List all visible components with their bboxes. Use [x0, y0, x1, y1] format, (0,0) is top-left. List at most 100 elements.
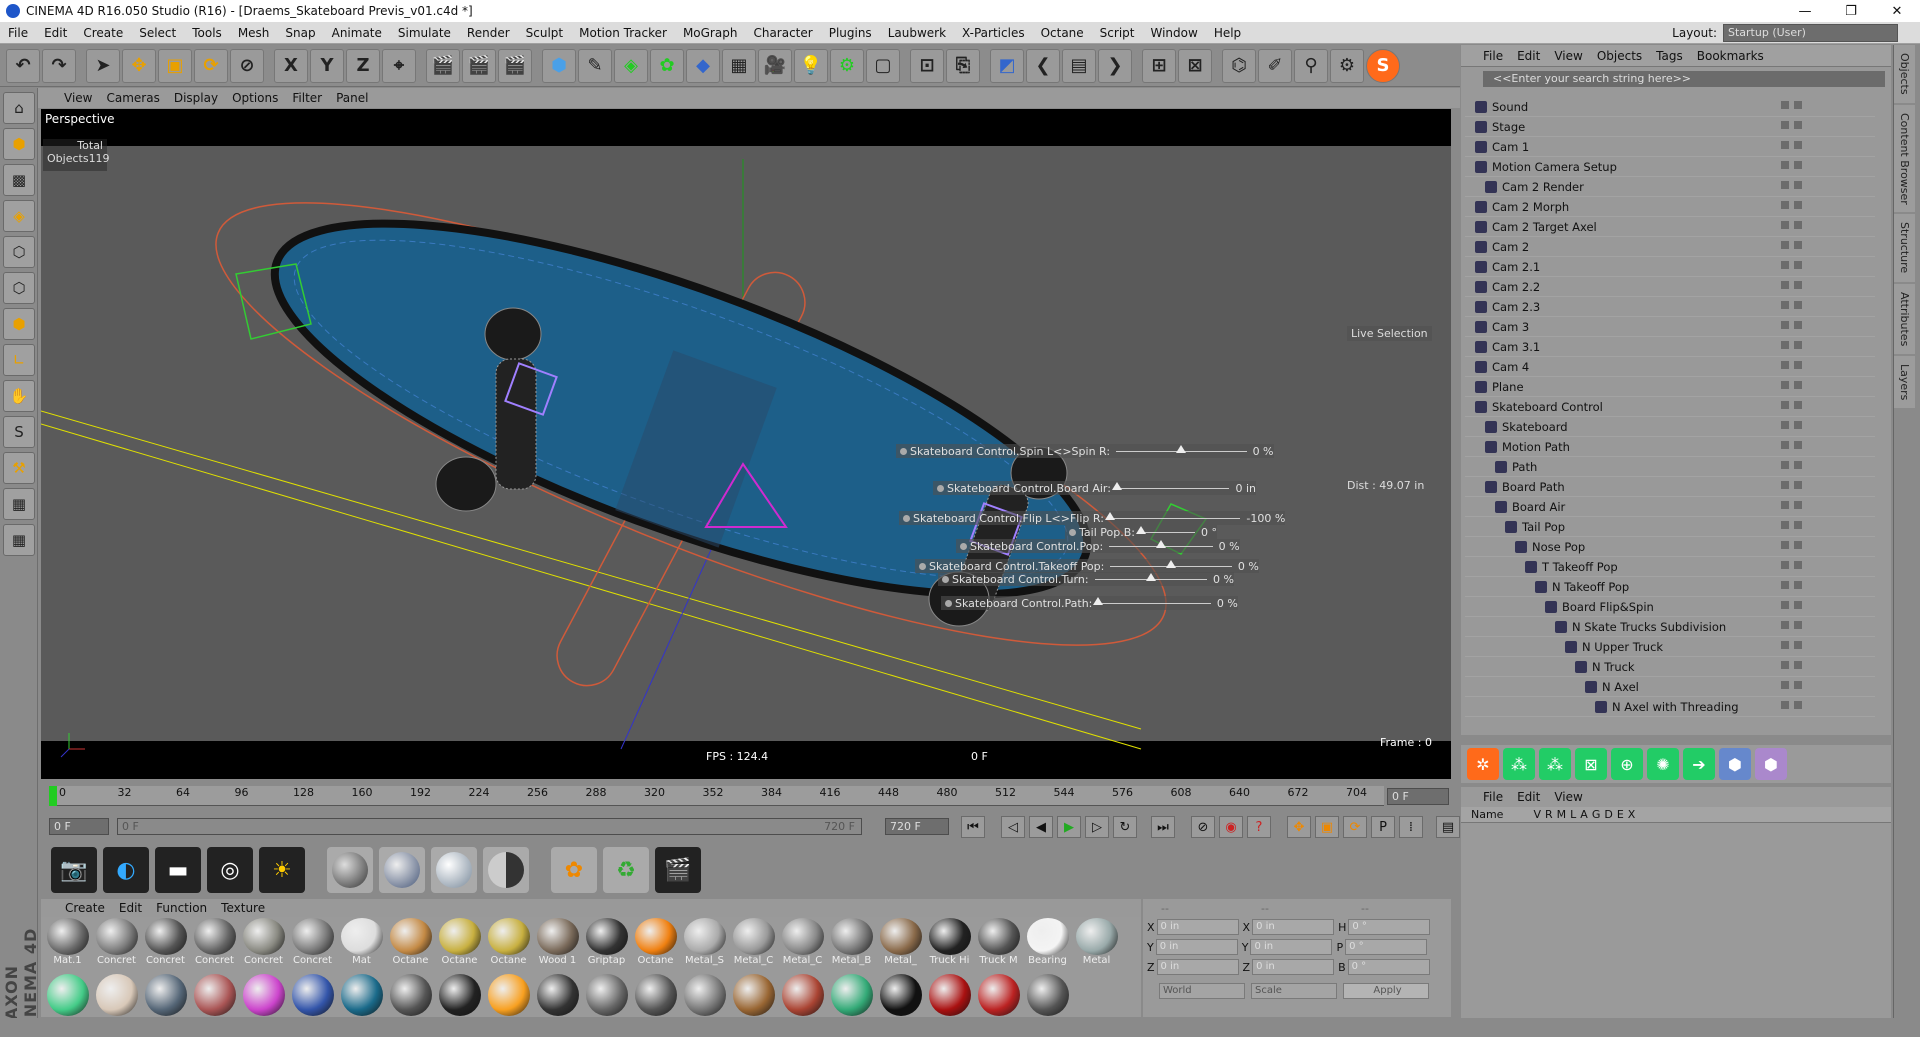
psr-icon[interactable]: ⊡ — [910, 48, 944, 83]
visibility-flags[interactable] — [1781, 281, 1802, 289]
editor-visibility-dot[interactable] — [1781, 541, 1789, 549]
render-visibility-dot[interactable] — [1794, 541, 1802, 549]
render-visibility-dot[interactable] — [1794, 201, 1802, 209]
object-row[interactable]: N Takeoff Pop — [1465, 577, 1875, 597]
object-row[interactable]: Stage — [1465, 117, 1875, 137]
slider-thumb[interactable] — [1176, 444, 1187, 453]
material-swatch[interactable]: Octane — [632, 918, 679, 966]
render-visibility-dot[interactable] — [1794, 261, 1802, 269]
cube-icon[interactable]: ⬢ — [542, 48, 576, 83]
object-menu-file[interactable]: File — [1483, 49, 1503, 63]
render-visibility-dot[interactable] — [1794, 621, 1802, 629]
slider-thumb[interactable] — [1093, 596, 1104, 605]
coord-input[interactable]: 0 in — [1250, 939, 1333, 955]
material-swatch[interactable]: Metal — [1073, 918, 1120, 966]
material-swatch[interactable]: Mat.1 — [44, 918, 91, 966]
render-visibility-dot[interactable] — [1794, 221, 1802, 229]
slider-thumb[interactable] — [1145, 572, 1156, 581]
visibility-flags[interactable] — [1781, 121, 1802, 129]
render-visibility-dot[interactable] — [1794, 381, 1802, 389]
visibility-flags[interactable] — [1781, 101, 1802, 109]
autokey-icon[interactable]: ◉ — [1219, 816, 1243, 838]
object-row[interactable]: N Upper Truck — [1465, 637, 1875, 657]
object-row[interactable]: Motion Path — [1465, 437, 1875, 457]
object-row[interactable]: Tail Pop — [1465, 517, 1875, 537]
object-row[interactable]: Board Air — [1465, 497, 1875, 517]
octane-specular-material-icon[interactable] — [431, 847, 477, 893]
material-swatch[interactable]: Octane — [387, 918, 434, 966]
timeline-ruler[interactable]: 0 32 64 96 128 160 192 224 256 288 320 352 384 416 448… — [49, 786, 1384, 806]
visibility-flags[interactable] — [1781, 321, 1802, 329]
prev-key-icon[interactable]: ◁ — [1001, 816, 1025, 838]
editor-visibility-dot[interactable] — [1781, 321, 1789, 329]
render-visibility-dot[interactable] — [1794, 461, 1802, 469]
hud-slider[interactable]: Skateboard Control.Board Air: 0 in — [933, 481, 1256, 495]
render-visibility-dot[interactable] — [1794, 481, 1802, 489]
octane-live-viewer-icon[interactable]: 🎬 — [655, 847, 701, 893]
viewport-menu-options[interactable]: Options — [232, 91, 278, 105]
slider-track[interactable] — [1094, 572, 1208, 581]
material-swatch[interactable] — [191, 968, 238, 1016]
scale-tool-icon[interactable]: ▣ — [158, 48, 192, 83]
hud-slider[interactable]: Tail Pop.B: 0 ° — [1065, 525, 1217, 539]
render-visibility-dot[interactable] — [1794, 581, 1802, 589]
menu-snap[interactable]: Snap — [277, 26, 323, 40]
material-swatch[interactable] — [485, 968, 532, 1016]
visibility-flags[interactable] — [1781, 641, 1802, 649]
slider-track[interactable] — [1135, 525, 1195, 534]
viewport-menu-panel[interactable]: Panel — [336, 91, 368, 105]
material-swatch[interactable] — [289, 968, 336, 1016]
editor-visibility-dot[interactable] — [1781, 661, 1789, 669]
object-row[interactable]: Board Path — [1465, 477, 1875, 497]
slider-thumb[interactable] — [1111, 481, 1122, 490]
model-mode-icon[interactable]: ⌂ — [3, 92, 35, 124]
visibility-flags[interactable] — [1781, 421, 1802, 429]
play-icon[interactable]: ▶ — [1057, 816, 1081, 838]
material-swatch[interactable] — [779, 968, 826, 1016]
plugin-icon-5[interactable]: ⊕ — [1611, 748, 1643, 780]
material-menu-edit[interactable]: Edit — [119, 901, 142, 915]
material-swatch[interactable]: Concret — [289, 918, 336, 966]
visibility-flags[interactable] — [1781, 581, 1802, 589]
octane-live-icon[interactable]: ◩ — [990, 48, 1024, 83]
back-icon[interactable]: ❮ — [1026, 48, 1060, 83]
editor-visibility-dot[interactable] — [1781, 621, 1789, 629]
menu-render[interactable]: Render — [459, 26, 518, 40]
coord-mode-scale-dropdown[interactable]: Scale — [1251, 983, 1337, 999]
brush-icon[interactable]: ✐ — [1258, 48, 1292, 83]
material-swatch[interactable]: Truck M — [975, 918, 1022, 966]
key-rotation-icon[interactable]: ⟳ — [1343, 816, 1367, 838]
material-swatch[interactable]: Truck Hi — [926, 918, 973, 966]
layer-icon[interactable]: ▢ — [866, 48, 900, 83]
menu-script[interactable]: Script — [1092, 26, 1143, 40]
material-swatch[interactable] — [828, 968, 875, 1016]
material-swatch[interactable] — [877, 968, 924, 1016]
polygons-mode-icon[interactable]: ⬢ — [3, 308, 35, 340]
material-swatch[interactable] — [632, 968, 679, 1016]
editor-visibility-dot[interactable] — [1781, 261, 1789, 269]
editor-visibility-dot[interactable] — [1781, 501, 1789, 509]
octane-scatter-icon[interactable]: ✿ — [551, 847, 597, 893]
attribute-menu-view[interactable]: View — [1554, 790, 1582, 804]
visibility-flags[interactable] — [1781, 461, 1802, 469]
subdivision-icon[interactable]: ◈ — [614, 48, 648, 83]
material-swatch[interactable]: Concret — [142, 918, 189, 966]
object-row[interactable]: Sound — [1465, 97, 1875, 117]
render-visibility-dot[interactable] — [1794, 701, 1802, 709]
object-row[interactable]: Cam 2 Target Axel — [1465, 217, 1875, 237]
minimize-button[interactable]: — — [1782, 0, 1828, 22]
visibility-flags[interactable] — [1781, 381, 1802, 389]
object-row[interactable]: Nose Pop — [1465, 537, 1875, 557]
viewport-menu-cameras[interactable]: Cameras — [106, 91, 159, 105]
material-swatch[interactable]: Metal_B — [828, 918, 875, 966]
editor-visibility-dot[interactable] — [1781, 461, 1789, 469]
menu-mograph[interactable]: MoGraph — [675, 26, 746, 40]
grid-snap-icon[interactable]: ⊠ — [1178, 48, 1212, 83]
menu-motion-tracker[interactable]: Motion Tracker — [571, 26, 675, 40]
go-to-end-icon[interactable]: ⏭ — [1151, 816, 1175, 838]
material-swatch[interactable]: Griptap — [583, 918, 630, 966]
render-visibility-dot[interactable] — [1794, 601, 1802, 609]
render-visibility-dot[interactable] — [1794, 441, 1802, 449]
material-swatch[interactable]: Octane — [436, 918, 483, 966]
menu-sculpt[interactable]: Sculpt — [518, 26, 571, 40]
